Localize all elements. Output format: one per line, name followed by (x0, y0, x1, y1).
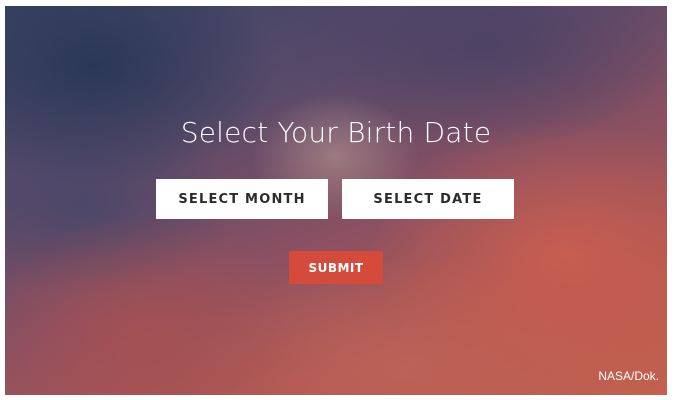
nebula-background: Select Your Birth Date SELECT MONTH SELE… (5, 6, 667, 395)
image-credit: NASA/Dok. (598, 369, 659, 383)
select-date-label: SELECT DATE (373, 191, 483, 207)
select-date-dropdown[interactable]: SELECT DATE (342, 179, 514, 219)
select-month-dropdown[interactable]: SELECT MONTH (156, 179, 328, 219)
page-title: Select Your Birth Date (180, 116, 492, 149)
submit-button[interactable]: SUBMIT (289, 251, 383, 284)
select-month-label: SELECT MONTH (178, 191, 306, 207)
